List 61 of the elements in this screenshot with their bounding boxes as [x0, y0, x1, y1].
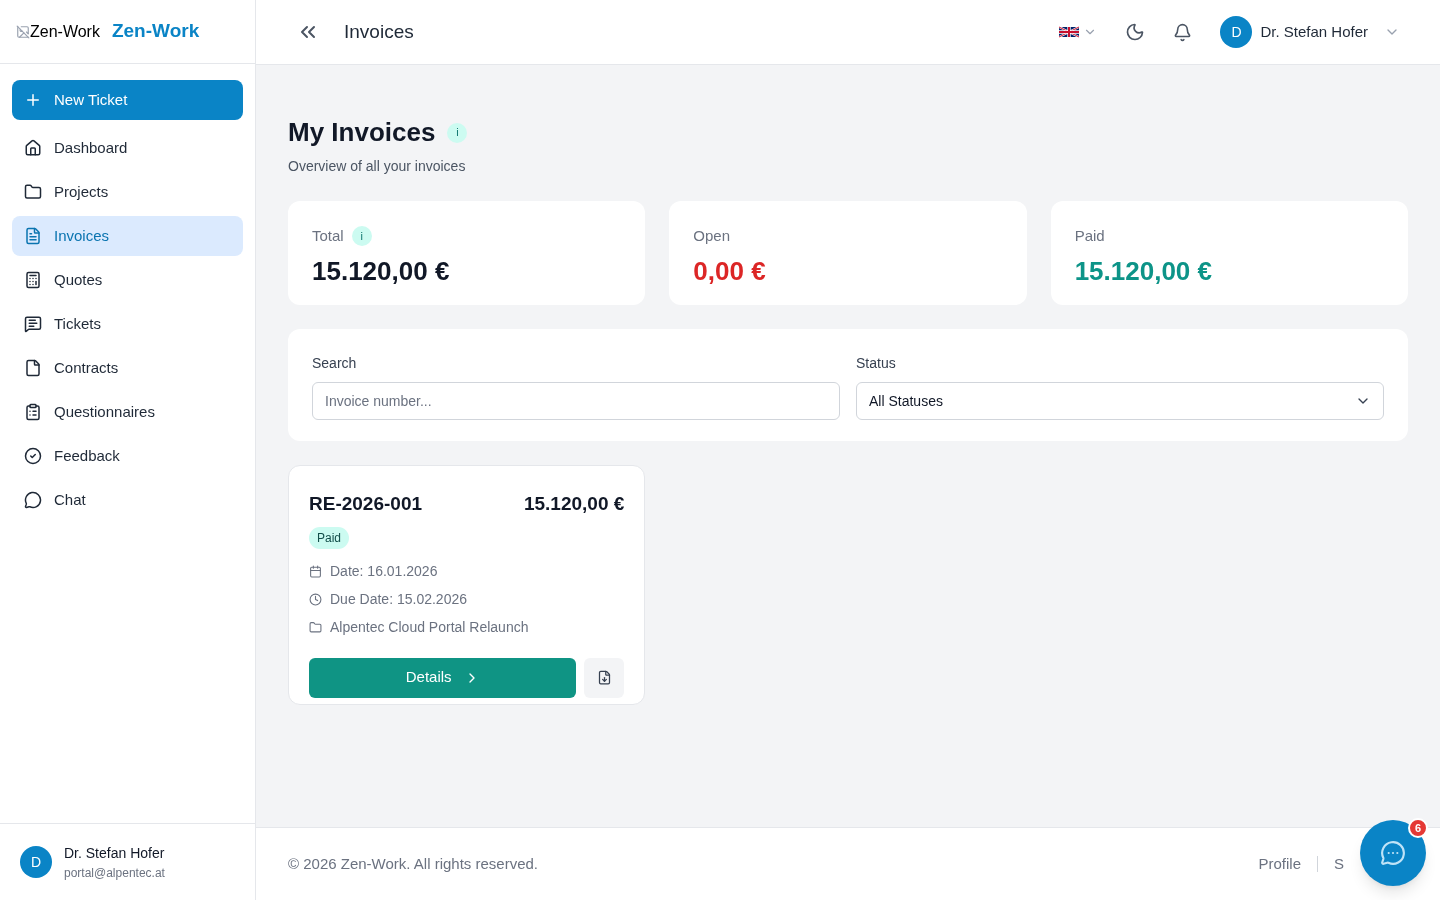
invoice-amount: 15.120,00 € [523, 492, 625, 516]
copyright-text: © 2026 Zen-Work. All rights reserved. [288, 853, 539, 874]
details-button[interactable]: Details [309, 657, 577, 698]
clipboard-icon [24, 403, 42, 421]
nav-item[interactable]: Quotes [12, 260, 243, 300]
nav-item[interactable]: Projects [12, 172, 243, 212]
page-subtitle: Overview of all your invoices [288, 157, 467, 176]
plus-icon [24, 91, 42, 109]
user-avatar: D [20, 846, 52, 878]
footer-link[interactable]: Profile [1258, 852, 1301, 876]
document-icon [24, 227, 42, 245]
invoice-number: RE-2026-001 [309, 492, 423, 516]
nav-item[interactable]: Invoices [12, 216, 243, 256]
invoice-date: Date: 16.01.2026 [330, 561, 438, 581]
user-name: Dr. Stefan Hofer [64, 843, 165, 863]
file-icon [24, 359, 42, 377]
footer-link[interactable]: S [1334, 852, 1344, 876]
status-dropdown[interactable]: All Statuses [856, 382, 1384, 420]
calculator-icon [24, 271, 42, 289]
search-label: Search [312, 354, 358, 373]
stat-label: Total [312, 226, 344, 246]
notification-badge: 6 [1408, 818, 1428, 838]
folder-icon [309, 620, 322, 634]
download-button[interactable] [584, 657, 625, 698]
calendar-icon [309, 564, 322, 578]
stat-label: Paid [1074, 226, 1105, 246]
nav-item[interactable]: Dashboard [12, 128, 243, 168]
message-icon [24, 315, 42, 333]
stat-value: 15.120,00 € [312, 254, 451, 288]
bell-icon[interactable] [1173, 22, 1193, 42]
nav-item[interactable]: Questionnaires [12, 392, 243, 432]
nav-item[interactable]: Feedback [12, 436, 243, 476]
nav-item[interactable]: Chat [12, 480, 243, 520]
info-badge[interactable]: i [447, 122, 468, 143]
user-email: portal@alpentec.at [64, 864, 165, 882]
folder-icon [24, 183, 42, 201]
clock-icon [309, 592, 322, 606]
chat-bubble-icon [1380, 840, 1406, 866]
invoice-due-date: Due Date: 15.02.2026 [330, 589, 467, 609]
chat-icon [24, 491, 42, 509]
stat-value: 0,00 € [693, 254, 767, 288]
search-field[interactable]: Invoice number... [312, 382, 840, 420]
page-title: My Invoices [288, 116, 436, 149]
check-circle-icon [24, 447, 42, 465]
status-tag: Paid [309, 526, 350, 549]
house-icon [24, 139, 42, 157]
status-label: Status [856, 354, 897, 373]
brand-name: Zen-Work [111, 19, 200, 44]
nav-item[interactable]: Contracts [12, 348, 243, 388]
header-title: Invoices [344, 19, 414, 44]
stat-value: 15.120,00 € [1074, 254, 1213, 288]
stat-label: Open [693, 226, 731, 246]
new-ticket-button[interactable]: New Ticket [12, 80, 243, 120]
invoice-project: Alpentec Cloud Portal Relaunch [330, 617, 529, 637]
user-menu[interactable]: D Dr. Stefan Hofer [1220, 16, 1400, 48]
nav-item[interactable]: Tickets [12, 304, 243, 344]
moon-icon[interactable] [1125, 22, 1146, 42]
logo-image: Zen-Work [16, 19, 100, 44]
info-badge[interactable]: i [351, 226, 372, 247]
flag-icon [1059, 26, 1080, 38]
file-download-icon [596, 670, 612, 685]
